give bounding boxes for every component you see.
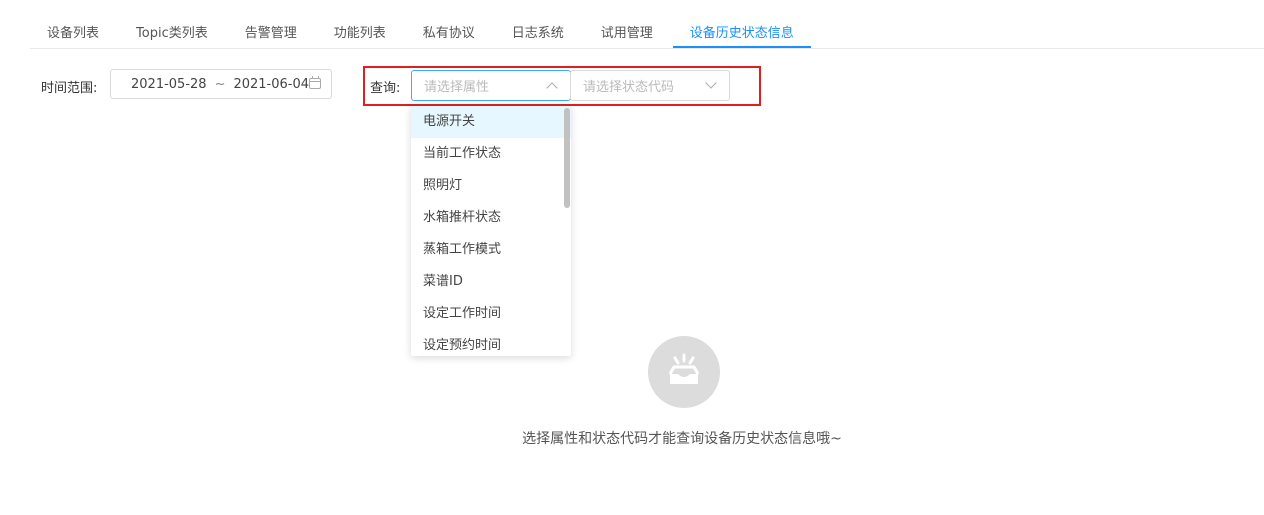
page: 设备列表 Topic类列表 告警管理 功能列表 私有协议 日志系统 试用管理 设… xyxy=(0,0,1264,515)
attribute-select-placeholder: 请选择属性 xyxy=(424,80,490,95)
tab-function-list[interactable]: 功能列表 xyxy=(317,14,406,48)
status-code-select-placeholder: 请选择状态代码 xyxy=(583,80,675,95)
date-separator: ~ xyxy=(214,76,226,92)
calendar-icon[interactable] xyxy=(309,76,321,89)
tab-private-protocol[interactable]: 私有协议 xyxy=(406,14,495,48)
tab-topic-list[interactable]: Topic类列表 xyxy=(119,14,228,48)
dropdown-option[interactable]: 当前工作状态 xyxy=(411,138,571,170)
date-start[interactable]: 2021-05-28 xyxy=(131,77,207,92)
tab-bar: 设备列表 Topic类列表 告警管理 功能列表 私有协议 日志系统 试用管理 设… xyxy=(30,14,1264,49)
dropdown-option[interactable]: 电源开关 xyxy=(411,106,571,138)
dropdown-option[interactable]: 设定工作时间 xyxy=(411,298,571,330)
empty-box-icon xyxy=(648,336,720,408)
tab-alarm-management[interactable]: 告警管理 xyxy=(228,14,317,48)
empty-state-message: 选择属性和状态代码才能查询设备历史状态信息哦~ xyxy=(522,431,842,447)
attribute-dropdown-menu: 电源开关 当前工作状态 照明灯 水箱推杆状态 蒸箱工作模式 菜谱ID 设定工作时… xyxy=(411,106,571,356)
tab-device-history-status[interactable]: 设备历史状态信息 xyxy=(672,14,811,48)
date-range-picker[interactable]: 2021-05-28 ~ 2021-06-04 xyxy=(110,69,332,99)
dropdown-option[interactable]: 照明灯 xyxy=(411,170,571,202)
chevron-down-icon xyxy=(705,77,717,89)
query-label: 查询: xyxy=(370,81,401,96)
status-code-select[interactable]: 请选择状态代码 xyxy=(570,70,730,101)
time-range-label: 时间范围: xyxy=(41,81,98,96)
attribute-select[interactable]: 请选择属性 xyxy=(411,70,571,101)
dropdown-option[interactable]: 设定预约时间 xyxy=(411,330,571,356)
tab-log-system[interactable]: 日志系统 xyxy=(495,14,584,48)
tab-trial-management[interactable]: 试用管理 xyxy=(584,14,673,48)
date-end[interactable]: 2021-06-04 xyxy=(233,77,309,92)
empty-box-icon-graphic xyxy=(668,353,700,384)
tab-device-list[interactable]: 设备列表 xyxy=(30,14,119,48)
dropdown-option[interactable]: 水箱推杆状态 xyxy=(411,202,571,234)
chevron-up-icon xyxy=(546,82,558,94)
dropdown-option[interactable]: 菜谱ID xyxy=(411,266,571,298)
dropdown-option[interactable]: 蒸箱工作模式 xyxy=(411,234,571,266)
dropdown-scrollbar[interactable] xyxy=(564,108,570,208)
